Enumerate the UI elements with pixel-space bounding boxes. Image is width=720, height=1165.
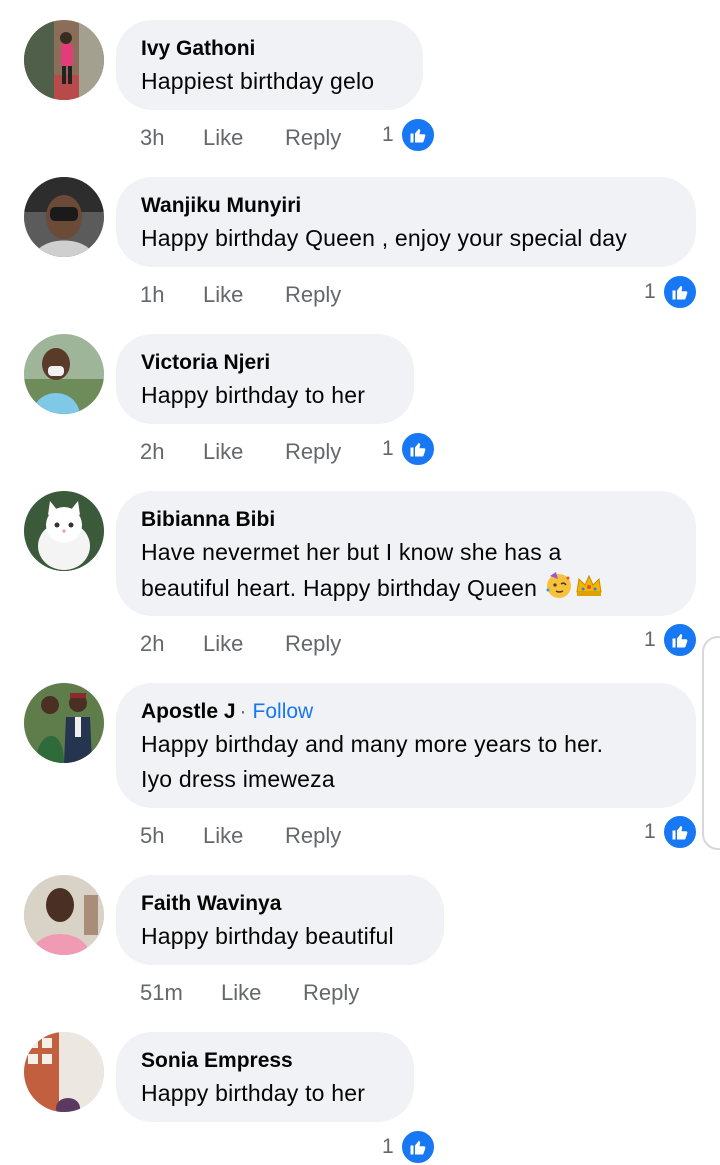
avatar[interactable] bbox=[24, 177, 104, 257]
timestamp[interactable]: 5h bbox=[140, 821, 164, 851]
comment-bubble: Wanjiku Munyiri Happy birthday Queen , e… bbox=[116, 177, 696, 267]
comment-text-line: Have nevermet her but I know she has a bbox=[141, 539, 562, 565]
comment-text: Happiest birthday gelo bbox=[141, 68, 375, 94]
reply-button[interactable]: Reply bbox=[285, 280, 341, 310]
like-button[interactable]: Like bbox=[203, 821, 243, 851]
comment-bubble: Bibianna Bibi Have nevermet her but I kn… bbox=[116, 491, 696, 616]
separator-dot: · bbox=[239, 700, 247, 723]
like-button[interactable]: Like bbox=[203, 629, 243, 659]
white-cat-photo-icon bbox=[24, 491, 104, 571]
reaction-count[interactable]: 1 bbox=[644, 622, 698, 658]
avatar[interactable] bbox=[24, 20, 104, 100]
comment-bubble: Ivy Gathoni Happiest birthday gelo bbox=[116, 20, 423, 110]
commenter-name[interactable]: Ivy Gathoni bbox=[141, 36, 393, 61]
timestamp[interactable]: 2h bbox=[140, 629, 164, 659]
commenter-header: Apostle J · Follow bbox=[141, 699, 666, 724]
reaction-number: 1 bbox=[382, 437, 394, 460]
comment-text: Have nevermet her but I know she has a b… bbox=[141, 535, 666, 610]
reaction-count[interactable]: 1 bbox=[382, 117, 436, 153]
thumbs-up-icon bbox=[399, 117, 436, 153]
comment-text: Happy birthday to her bbox=[141, 382, 366, 408]
reaction-count[interactable]: 1 bbox=[382, 1129, 436, 1165]
reaction-count[interactable]: 1 bbox=[382, 431, 436, 467]
scroll-indicator[interactable] bbox=[702, 636, 720, 850]
thumbs-up-icon bbox=[661, 622, 698, 658]
commenter-name[interactable]: Victoria Njeri bbox=[141, 350, 384, 375]
like-button[interactable]: Like bbox=[221, 978, 261, 1008]
reaction-number: 1 bbox=[644, 628, 656, 651]
comment-bubble: Apostle J · Follow Happy birthday and many… bbox=[116, 683, 696, 808]
reaction-number: 1 bbox=[644, 280, 656, 303]
comment-bubble: Victoria Njeri Happy birthday to her bbox=[116, 334, 414, 424]
follow-button[interactable]: Follow bbox=[253, 700, 314, 723]
timestamp[interactable]: 51m bbox=[140, 978, 183, 1008]
avatar[interactable] bbox=[24, 491, 104, 571]
commenter-name[interactable]: Sonia Empress bbox=[141, 1048, 384, 1073]
reaction-number: 1 bbox=[644, 820, 656, 843]
thumbs-up-icon bbox=[399, 431, 436, 467]
comment-text: Happy birthday and many more years to he… bbox=[141, 727, 666, 797]
thumbs-up-icon bbox=[661, 274, 698, 310]
commenter-name[interactable]: Faith Wavinya bbox=[141, 891, 414, 916]
reaction-count[interactable]: 1 bbox=[644, 274, 698, 310]
comment-text-line: Happy birthday and many more years to he… bbox=[141, 731, 604, 757]
timestamp[interactable]: 2h bbox=[140, 437, 164, 467]
comment-bubble: Faith Wavinya Happy birthday beautiful bbox=[116, 875, 444, 965]
comment-text-line: Iyo dress imeweza bbox=[141, 766, 335, 792]
reply-button[interactable]: Reply bbox=[285, 123, 341, 153]
like-button[interactable]: Like bbox=[203, 437, 243, 467]
commenter-name[interactable]: Bibianna Bibi bbox=[141, 507, 666, 532]
person-photo-icon bbox=[24, 20, 104, 100]
timestamp[interactable]: 1h bbox=[140, 280, 164, 310]
avatar[interactable] bbox=[24, 875, 104, 955]
thumbs-up-icon bbox=[399, 1129, 436, 1165]
person-photo-icon bbox=[24, 334, 104, 414]
commenter-name[interactable]: Wanjiku Munyiri bbox=[141, 193, 666, 218]
person-photo-icon bbox=[24, 1032, 104, 1112]
crown-emoji-icon bbox=[574, 570, 604, 610]
comment-bubble: Sonia Empress Happy birthday to her bbox=[116, 1032, 414, 1122]
like-button[interactable]: Like bbox=[203, 123, 243, 153]
reply-button[interactable]: Reply bbox=[303, 978, 359, 1008]
like-button[interactable]: Like bbox=[203, 280, 243, 310]
reaction-number: 1 bbox=[382, 1135, 394, 1158]
couple-photo-icon bbox=[24, 683, 104, 763]
reaction-number: 1 bbox=[382, 123, 394, 146]
person-photo-icon bbox=[24, 177, 104, 257]
partying-face-emoji-icon bbox=[544, 570, 574, 610]
avatar[interactable] bbox=[24, 683, 104, 763]
comment-text: Happy birthday beautiful bbox=[141, 923, 394, 949]
person-photo-icon bbox=[24, 875, 104, 955]
comment-text: Happy birthday to her bbox=[141, 1080, 366, 1106]
reply-button[interactable]: Reply bbox=[285, 437, 341, 467]
avatar[interactable] bbox=[24, 1032, 104, 1112]
thumbs-up-icon bbox=[661, 814, 698, 850]
reaction-count[interactable]: 1 bbox=[644, 814, 698, 850]
commenter-name[interactable]: Apostle J bbox=[141, 700, 236, 723]
comment-text-line: beautiful heart. Happy birthday Queen bbox=[141, 575, 538, 601]
reply-button[interactable]: Reply bbox=[285, 821, 341, 851]
comment-text: Happy birthday Queen , enjoy your specia… bbox=[141, 225, 627, 251]
timestamp[interactable]: 3h bbox=[140, 123, 164, 153]
reply-button[interactable]: Reply bbox=[285, 629, 341, 659]
avatar[interactable] bbox=[24, 334, 104, 414]
